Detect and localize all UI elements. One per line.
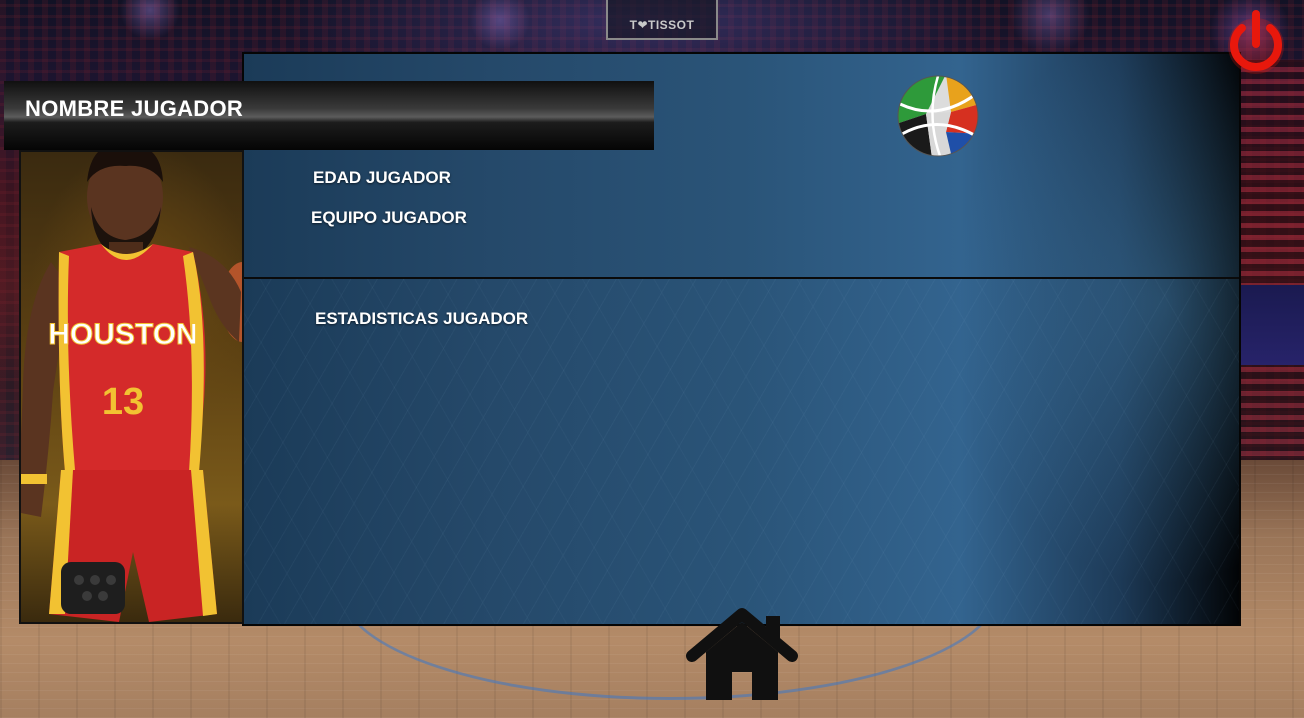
jersey-number: 13 (102, 381, 144, 423)
player-name-label: NOMBRE JUGADOR (25, 96, 244, 121)
player-photo: HOUSTON 13 (19, 150, 244, 624)
player-stats-label: ESTADISTICAS JUGADOR (315, 309, 529, 328)
arena-court-edge (1240, 285, 1304, 365)
player-photo-image: HOUSTON 13 (21, 152, 242, 622)
panel-divider (244, 277, 1239, 279)
scoreboard-text: T❤TISSOT (629, 18, 695, 32)
player-profile-screen: T❤TISSOT HOUSTON 13 NOMBRE JUGADOR EDAD … (0, 0, 1304, 718)
basketball-logo-icon (897, 75, 979, 157)
arena-seats (1240, 60, 1304, 480)
home-icon (686, 608, 798, 700)
jersey-text: HOUSTON (48, 318, 197, 351)
home-button[interactable] (686, 608, 798, 704)
power-button[interactable] (1224, 6, 1288, 76)
player-age-label: EDAD JUGADOR (313, 168, 451, 187)
power-icon (1228, 10, 1284, 74)
panel-texture (244, 279, 1239, 624)
player-team-label: EQUIPO JUGADOR (311, 208, 467, 227)
